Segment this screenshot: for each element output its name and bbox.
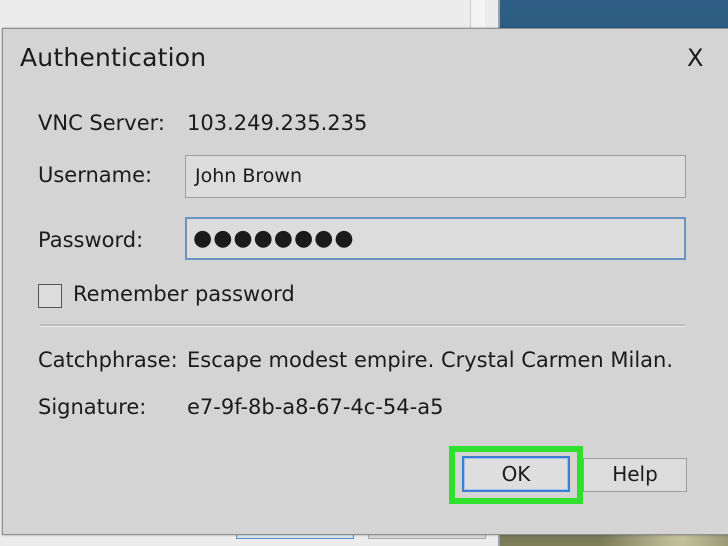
ok-button[interactable]: OK [462,456,570,492]
divider [40,324,685,327]
catchphrase-label: Catchphrase: [38,348,178,372]
remember-password-label[interactable]: Remember password [73,282,295,306]
catchphrase-value: Escape modest empire. Crystal Carmen Mil… [187,348,674,372]
dialog-title: Authentication [20,43,207,72]
signature-label: Signature: [38,395,147,419]
password-masked-value: ●●●●●●●● [193,226,355,251]
signature-value: e7-9f-8b-a8-67-4c-54-a5 [187,395,444,419]
close-icon[interactable]: X [687,44,703,72]
username-field[interactable]: John Brown [185,155,686,198]
password-label: Password: [38,228,144,252]
username-label: Username: [38,163,153,187]
vnc-server-value: 103.249.235.235 [187,111,368,135]
vnc-server-label: VNC Server: [38,111,165,135]
background-window-scroll-strip [470,0,485,30]
authentication-dialog: Authentication X VNC Server: 103.249.235… [2,28,728,535]
password-field[interactable]: ●●●●●●●● [185,217,686,260]
remember-password-checkbox[interactable] [38,284,62,308]
help-button[interactable]: Help [583,458,687,492]
